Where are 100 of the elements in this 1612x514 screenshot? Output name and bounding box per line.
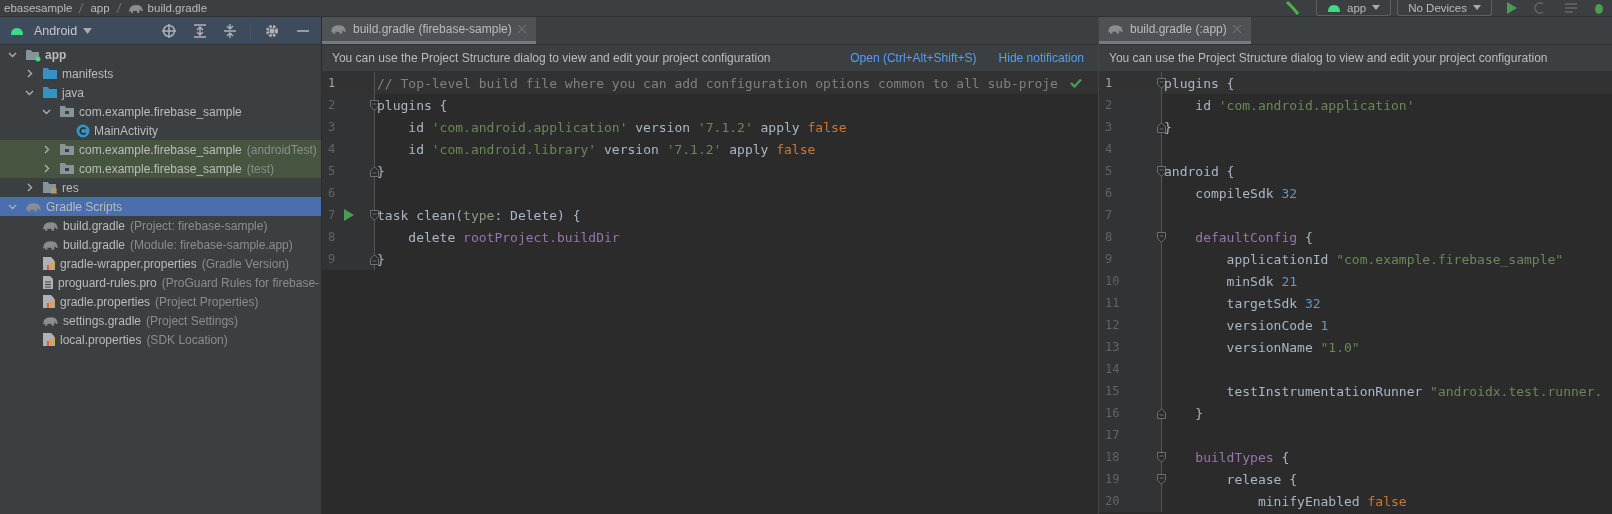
line-number: 1 <box>327 76 337 90</box>
code-line: id 'com.android.application' version '7.1.2' apply false <box>407 119 847 135</box>
folder-icon <box>42 67 58 80</box>
tree-item[interactable]: com.example.firebase_sample <box>0 102 321 121</box>
fold-icon[interactable] <box>1157 451 1166 463</box>
package-icon <box>59 143 75 156</box>
resource-folder-icon <box>42 180 58 195</box>
elephant-icon <box>42 314 59 327</box>
package-icon <box>59 105 75 118</box>
view-dropdown[interactable]: Android <box>34 23 78 38</box>
code-line: applicationId "com.example.firebase_sample" <box>1225 251 1564 267</box>
editor-tab[interactable]: build.gradle (:app) <box>1099 17 1251 44</box>
run-config-dropdown[interactable]: app <box>1316 0 1392 16</box>
code-line: id 'com.android.application' <box>1194 97 1415 113</box>
chevron-icon[interactable] <box>8 202 17 211</box>
code-line: targetSdk 32 <box>1225 295 1321 311</box>
chevron-icon[interactable] <box>42 164 51 173</box>
code-line: buildTypes { <box>1194 449 1290 465</box>
separator-icon <box>115 2 122 14</box>
tree-item[interactable]: gradle-wrapper.properties (Gradle Version) <box>0 254 321 273</box>
caret-icon <box>1372 5 1381 10</box>
fold-icon[interactable] <box>1157 77 1166 89</box>
tree-item[interactable]: app <box>0 45 321 64</box>
chevron-icon[interactable] <box>25 69 34 78</box>
chevron-icon[interactable] <box>42 107 51 116</box>
code-line: testInstrumentationRunner "androidx.test.runner. <box>1225 383 1603 399</box>
settings-icon[interactable] <box>265 23 279 38</box>
tree-item[interactable]: res <box>0 178 321 197</box>
elephant-icon <box>127 2 144 14</box>
breadcrumb[interactable]: app <box>90 2 110 14</box>
package-icon <box>59 162 75 175</box>
device-dropdown[interactable]: No Devices <box>1397 0 1492 16</box>
tree-item[interactable]: build.gradle (Module: firebase-sample.app) <box>0 235 321 254</box>
android-icon <box>10 26 24 35</box>
elephant-icon <box>330 23 347 35</box>
tree-item[interactable]: proguard-rules.pro (ProGuard Rules for firebase- <box>0 273 321 292</box>
code-line: compileSdk 32 <box>1194 185 1298 201</box>
notification-text: You can use the Project Structure dialog to view and edit your project configuration <box>1109 51 1548 65</box>
caret-icon[interactable] <box>83 27 93 34</box>
chevron-icon[interactable] <box>42 145 51 154</box>
code-line: } <box>1163 119 1172 135</box>
chevron-icon[interactable] <box>25 88 34 97</box>
expand-all-icon[interactable] <box>194 23 206 38</box>
code-line: plugins { <box>376 97 448 113</box>
properties-file-icon <box>42 256 56 271</box>
code-line: versionCode 1 <box>1225 317 1329 333</box>
code-line: } <box>1194 405 1204 421</box>
chevron-icon[interactable] <box>25 183 34 192</box>
tree-item[interactable]: com.example.firebase_sample (androidTest) <box>0 140 321 159</box>
properties-file-icon <box>42 294 56 309</box>
code-line: task clean(type: Delete) { <box>376 207 581 223</box>
android-icon <box>1327 3 1341 12</box>
fold-icon[interactable] <box>370 99 379 111</box>
elephant-icon <box>25 200 42 213</box>
tree-item[interactable]: gradle.properties (Project Properties) <box>0 292 321 311</box>
notification-text: You can use the Project Structure dialog to view and edit your project configuration <box>332 51 771 65</box>
tree-item[interactable]: build.gradle (Project: firebase-sample) <box>0 216 321 235</box>
fold-icon[interactable] <box>1157 231 1166 243</box>
tree-item[interactable]: settings.gradle (Project Settings) <box>0 311 321 330</box>
elephant-icon <box>1107 23 1124 35</box>
breadcrumb[interactable]: ebasesample <box>4 2 73 14</box>
separator-icon <box>78 2 85 14</box>
fold-icon[interactable] <box>1157 473 1166 485</box>
breadcrumb[interactable]: build.gradle <box>127 2 208 14</box>
collapse-all-icon[interactable] <box>224 23 236 38</box>
fold-icon[interactable] <box>1157 165 1166 177</box>
checkmark-icon <box>1070 78 1082 88</box>
code-line: id 'com.android.library' version '7.1.2' apply false <box>407 141 816 157</box>
notification-link[interactable]: Open (Ctrl+Alt+Shift+S) <box>850 51 977 65</box>
code-line: } <box>376 163 385 179</box>
tree-item[interactable]: MainActivity <box>0 121 321 140</box>
run-icon[interactable] <box>344 209 354 221</box>
tree-item[interactable]: com.example.firebase_sample (test) <box>0 159 321 178</box>
run-icon[interactable] <box>1506 2 1518 14</box>
code-line: versionName "1.0" <box>1225 339 1360 355</box>
code-line: minifyEnabled false <box>1256 493 1407 509</box>
chevron-icon[interactable] <box>8 50 17 59</box>
tree-item[interactable]: java <box>0 83 321 102</box>
line-number: 1 <box>1104 76 1114 90</box>
code-line: defaultConfig { <box>1194 229 1313 245</box>
code-line: minSdk 21 <box>1225 273 1298 289</box>
unfold-icon[interactable] <box>370 253 379 265</box>
code-line: } <box>376 251 385 267</box>
caret-icon <box>1473 5 1481 10</box>
code-line: // Top-level build file where you can add configuration options common to all sub-proje <box>376 75 1058 91</box>
tree-item[interactable]: local.properties (SDK Location) <box>0 330 321 349</box>
editor-tab[interactable]: build.gradle (firebase-sample) <box>322 17 536 44</box>
elephant-icon <box>42 219 59 232</box>
tree-item[interactable]: manifests <box>0 64 321 83</box>
unfold-icon[interactable] <box>370 165 379 177</box>
fold-icon[interactable] <box>370 209 379 221</box>
elephant-icon <box>42 238 59 251</box>
hammer-icon[interactable] <box>1284 1 1302 15</box>
unfold-icon[interactable] <box>1157 407 1166 419</box>
unfold-icon[interactable] <box>1157 121 1166 133</box>
text-file-icon <box>42 275 54 290</box>
notification-link[interactable]: Hide notification <box>998 51 1084 65</box>
module-folder-icon <box>25 47 41 62</box>
code-line: plugins { <box>1163 75 1235 91</box>
target-icon[interactable] <box>162 23 176 38</box>
